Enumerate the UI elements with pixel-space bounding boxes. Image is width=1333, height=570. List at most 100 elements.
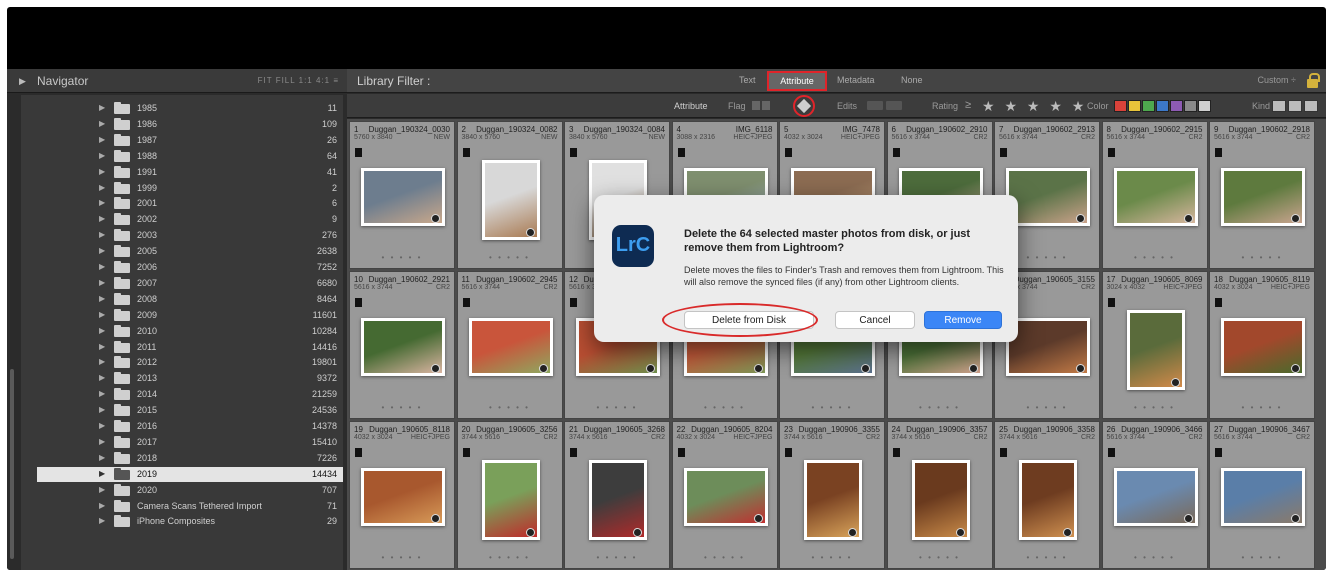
disclosure-triangle-icon[interactable]: ▶ bbox=[99, 151, 105, 160]
flag-filter-icons[interactable] bbox=[752, 101, 774, 111]
rating-dots[interactable]: • • • • • bbox=[350, 253, 454, 262]
flag-icon[interactable] bbox=[892, 148, 900, 157]
folder-row[interactable]: ▶ 2015 24536 bbox=[21, 403, 343, 418]
expand-triangle-icon[interactable]: ▶ bbox=[19, 76, 26, 87]
disclosure-triangle-icon[interactable]: ▶ bbox=[99, 326, 105, 335]
color-swatch[interactable] bbox=[1142, 100, 1155, 112]
folder-row[interactable]: ▶ iPhone Composites 29 bbox=[21, 514, 343, 529]
flag-icon[interactable] bbox=[1107, 298, 1115, 307]
disclosure-triangle-icon[interactable]: ▶ bbox=[99, 214, 105, 223]
metadata-badge-icon[interactable] bbox=[431, 214, 440, 223]
metadata-badge-icon[interactable] bbox=[1291, 214, 1300, 223]
folder-row[interactable]: ▶ 2005 2638 bbox=[21, 244, 343, 259]
disclosure-triangle-icon[interactable]: ▶ bbox=[99, 516, 105, 525]
metadata-badge-icon[interactable] bbox=[753, 514, 763, 523]
disclosure-triangle-icon[interactable]: ▶ bbox=[99, 246, 105, 255]
flag-icon[interactable] bbox=[1000, 148, 1007, 157]
thumbnail-cell[interactable]: 25 Duggan_190906_3358 3744 x 5616 CR2 • • • … bbox=[994, 421, 1100, 569]
navigator-zoom-options[interactable]: FIT FILL 1:1 4:1 ≡ bbox=[258, 76, 339, 85]
rating-dots[interactable]: • • • • • bbox=[673, 403, 777, 412]
disclosure-triangle-icon[interactable]: ▶ bbox=[99, 119, 105, 128]
folder-row[interactable]: ▶ 2019 14434 bbox=[37, 466, 343, 482]
folder-row[interactable]: ▶ 2009 11601 bbox=[21, 308, 343, 323]
rating-dots[interactable]: • • • • • bbox=[565, 403, 669, 412]
thumbnail-cell[interactable]: 26 Duggan_190906_3466 5616 x 3744 CR2 • • • … bbox=[1101, 421, 1208, 569]
rating-stars[interactable]: ★ ★ ★ ★ ★ bbox=[982, 98, 1087, 115]
folder-row[interactable]: ▶ 2016 14378 bbox=[21, 419, 343, 434]
folder-row[interactable]: ▶ 2011 14416 bbox=[21, 340, 343, 355]
flag-icon[interactable] bbox=[1107, 148, 1115, 157]
metadata-badge-icon[interactable] bbox=[968, 364, 978, 373]
flag-icon[interactable] bbox=[462, 148, 470, 157]
kind-filter-icons[interactable] bbox=[1272, 100, 1320, 114]
folder-row[interactable]: ▶ 1991 41 bbox=[21, 165, 343, 180]
disclosure-triangle-icon[interactable]: ▶ bbox=[99, 294, 105, 303]
metadata-badge-icon[interactable] bbox=[1170, 378, 1180, 387]
thumbnail-cell[interactable]: 21 Duggan_190605_3268 3744 x 5616 CR2 • • • … bbox=[564, 421, 670, 569]
thumbnail-cell[interactable]: 8 Duggan_190602_2915 5616 x 3744 CR2 • • • •… bbox=[1101, 121, 1208, 269]
color-label-swatches[interactable] bbox=[1114, 100, 1212, 112]
thumbnail-cell[interactable]: 20 Duggan_190605_3256 3744 x 5616 CR2 • • • … bbox=[456, 421, 563, 569]
folder-row[interactable]: ▶ Camera Scans Tethered Import 71 bbox=[21, 499, 343, 514]
rating-dots[interactable]: • • • • • bbox=[458, 403, 562, 412]
rating-dots[interactable]: • • • • • bbox=[1210, 253, 1314, 262]
flag-icon[interactable] bbox=[785, 148, 792, 157]
disclosure-triangle-icon[interactable]: ▶ bbox=[99, 453, 105, 462]
tab-attribute[interactable]: Attribute bbox=[767, 71, 827, 91]
rating-dots[interactable]: • • • • • bbox=[1103, 253, 1207, 262]
flag-icon[interactable] bbox=[570, 448, 577, 457]
folder-row[interactable]: ▶ 2008 8464 bbox=[21, 292, 343, 307]
metadata-badge-icon[interactable] bbox=[861, 364, 870, 373]
thumbnail-cell[interactable]: 19 Duggan_190605_8118 4032 x 3024 HEIC+JPEG… bbox=[349, 421, 455, 569]
disclosure-triangle-icon[interactable]: ▶ bbox=[99, 198, 105, 207]
flag-icon[interactable] bbox=[1215, 448, 1222, 457]
tab-none[interactable]: None bbox=[901, 75, 923, 85]
disclosure-triangle-icon[interactable]: ▶ bbox=[99, 501, 105, 510]
rating-dots[interactable]: • • • • • bbox=[458, 553, 562, 562]
virtual-copy-diamond-icon[interactable] bbox=[793, 95, 815, 117]
rating-dots[interactable]: • • • • • bbox=[1210, 403, 1314, 412]
color-swatch[interactable] bbox=[1198, 100, 1211, 112]
thumbnail-cell[interactable]: 24 Duggan_190906_3357 3744 x 5616 CR2 • • • … bbox=[886, 421, 993, 569]
rating-dots[interactable]: • • • • • bbox=[350, 403, 454, 412]
metadata-badge-icon[interactable] bbox=[1183, 514, 1193, 523]
rating-dots[interactable]: • • • • • bbox=[1210, 553, 1314, 562]
metadata-badge-icon[interactable] bbox=[1291, 364, 1300, 373]
tab-text[interactable]: Text bbox=[739, 75, 756, 85]
rating-dots[interactable]: • • • • • bbox=[888, 403, 992, 412]
metadata-badge-icon[interactable] bbox=[848, 528, 857, 537]
folder-row[interactable]: ▶ 2010 10284 bbox=[21, 324, 343, 339]
color-swatch[interactable] bbox=[1184, 100, 1197, 112]
thumbnail-cell[interactable]: 17 Duggan_190605_8069 3024 x 4032 HEIC+JPEG… bbox=[1101, 271, 1208, 419]
folder-row[interactable]: ▶ 2006 7252 bbox=[21, 260, 343, 275]
flag-icon[interactable] bbox=[677, 148, 685, 157]
flag-icon[interactable] bbox=[355, 448, 362, 457]
thumbnail-cell[interactable]: 27 Duggan_190906_3467 5616 x 3744 CR2 • • • … bbox=[1209, 421, 1315, 569]
rating-dots[interactable]: • • • • • bbox=[673, 553, 777, 562]
color-swatch[interactable] bbox=[1114, 100, 1127, 112]
disclosure-triangle-icon[interactable]: ▶ bbox=[99, 437, 105, 446]
folder-row[interactable]: ▶ 1987 26 bbox=[21, 133, 343, 148]
folder-row[interactable]: ▶ 2001 6 bbox=[21, 196, 343, 211]
disclosure-triangle-icon[interactable]: ▶ bbox=[99, 167, 105, 176]
rating-dots[interactable]: • • • • • bbox=[780, 553, 884, 562]
cancel-button[interactable]: Cancel bbox=[835, 311, 915, 329]
disclosure-triangle-icon[interactable]: ▶ bbox=[99, 469, 105, 478]
metadata-badge-icon[interactable] bbox=[538, 364, 548, 373]
metadata-badge-icon[interactable] bbox=[431, 364, 440, 373]
thumbnail-cell[interactable]: 1 Duggan_190324_0030 5760 x 3840 NEW • • • •… bbox=[349, 121, 455, 269]
rating-dots[interactable]: • • • • • bbox=[1103, 553, 1207, 562]
tab-metadata[interactable]: Metadata bbox=[837, 75, 875, 85]
thumbnail-cell[interactable]: 9 Duggan_190602_2918 5616 x 3744 CR2 • • • •… bbox=[1209, 121, 1315, 269]
flag-icon[interactable] bbox=[677, 448, 685, 457]
folder-row[interactable]: ▶ 2007 6680 bbox=[21, 276, 343, 291]
flag-icon[interactable] bbox=[1107, 448, 1115, 457]
flag-icon[interactable] bbox=[570, 148, 577, 157]
metadata-badge-icon[interactable] bbox=[1076, 364, 1085, 373]
filter-preset-select[interactable]: Custom ÷ bbox=[1258, 75, 1296, 85]
disclosure-triangle-icon[interactable]: ▶ bbox=[99, 421, 105, 430]
folder-row[interactable]: ▶ 1985 11 bbox=[21, 101, 343, 116]
thumbnail-cell[interactable]: 22 Duggan_190605_8204 4032 x 3024 HEIC+JPEG… bbox=[671, 421, 778, 569]
folder-row[interactable]: ▶ 2013 9372 bbox=[21, 371, 343, 386]
folder-row[interactable]: ▶ 1999 2 bbox=[21, 181, 343, 196]
